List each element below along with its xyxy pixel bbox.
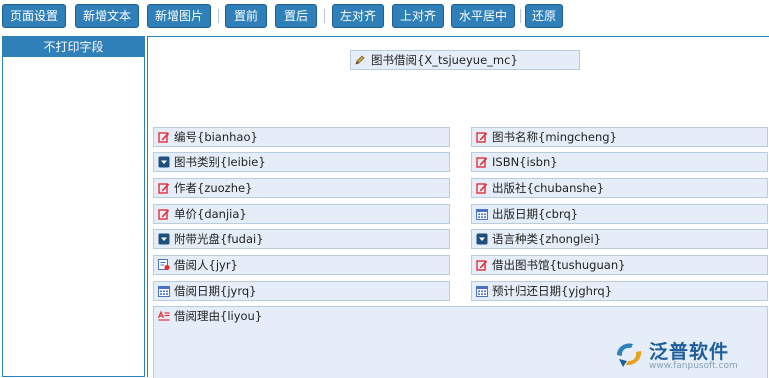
dropdown-icon [476, 233, 488, 245]
edit-icon [158, 132, 170, 143]
field-mingcheng[interactable]: 图书名称{mingcheng} [471, 127, 768, 147]
field-label: 出版社{chubanshe} [492, 181, 605, 195]
page-settings-button[interactable]: 页面设置 [2, 4, 66, 28]
align-top-button[interactable]: 上对齐 [392, 4, 444, 28]
field-label: 借阅日期{jyrq} [174, 284, 257, 298]
restore-button[interactable]: 还原 [525, 4, 563, 28]
field-label: 附带光盘{fudai} [174, 232, 264, 246]
field-bianhao[interactable]: 编号{bianhao} [153, 127, 450, 147]
field-zhonglei[interactable]: 语言种类{zhonglei} [471, 229, 768, 249]
field-label: ISBN{isbn} [492, 155, 558, 169]
logo-brand-text: 泛普软件 [649, 341, 730, 363]
field-danjia[interactable]: 单价{danjia} [153, 204, 450, 224]
fanpusoft-logo: 泛普软件 www.fanpusoft.com [609, 337, 759, 371]
field-label: 出版日期{cbrq} [492, 207, 579, 221]
field-tushuguan[interactable]: 借出图书馆{tushuguan} [471, 255, 768, 275]
toolbar-separator [520, 9, 521, 23]
toolbar-separator [218, 9, 219, 23]
calendar-icon [476, 209, 488, 220]
toolbar-separator [324, 9, 325, 23]
field-yjghrq[interactable]: 预计归还日期{yjghrq} [471, 281, 768, 301]
non-print-fields-panel: 不打印字段 [2, 36, 145, 377]
logo-url-text: www.fanpusoft.com [649, 361, 738, 371]
field-isbn[interactable]: ISBN{isbn} [471, 152, 768, 172]
edit-icon [158, 183, 170, 194]
calendar-icon [476, 286, 488, 297]
dropdown-icon [158, 156, 170, 168]
send-backward-button[interactable]: 置后 [275, 4, 317, 28]
field-fudai[interactable]: 附带光盘{fudai} [153, 229, 450, 249]
edit-icon [476, 183, 488, 194]
edit-icon [476, 260, 488, 271]
non-print-fields-header: 不打印字段 [3, 37, 144, 57]
logo-icon [617, 343, 642, 367]
field-label: 编号{bianhao} [174, 130, 258, 144]
add-text-button[interactable]: 新增文本 [75, 4, 139, 28]
calendar-icon [158, 286, 170, 297]
toolbar: 页面设置 新增文本 新增图片 置前 置后 左对齐 上对齐 水平居中 还原 [0, 0, 769, 32]
pen-icon [355, 55, 365, 65]
field-jyr[interactable]: 借阅人{jyr} [153, 255, 450, 275]
dropdown-icon [158, 233, 170, 245]
edit-icon [476, 132, 488, 143]
field-label: 图书类别{leibie} [174, 155, 266, 169]
edit-icon [158, 209, 170, 220]
align-left-button[interactable]: 左对齐 [332, 4, 384, 28]
title-field[interactable]: 图书借阅{X_tsjueyue_mc} [350, 50, 580, 70]
field-label: 借阅人{jyr} [174, 258, 238, 272]
field-label: 语言种类{zhonglei} [492, 232, 602, 246]
field-label: 作者{zuozhe} [174, 181, 253, 195]
bring-forward-button[interactable]: 置前 [225, 4, 267, 28]
field-chubanshe[interactable]: 出版社{chubanshe} [471, 178, 768, 198]
design-canvas: 图书借阅{X_tsjueyue_mc} 编号{bianhao} 图书名称{min… [147, 36, 769, 378]
field-zuozhe[interactable]: 作者{zuozhe} [153, 178, 450, 198]
field-label: 预计归还日期{yjghrq} [492, 284, 613, 298]
field-label: 图书名称{mingcheng} [492, 130, 617, 144]
field-label: 借出图书馆{tushuguan} [492, 258, 626, 272]
field-leibie[interactable]: 图书类别{leibie} [153, 152, 450, 172]
field-jyrq[interactable]: 借阅日期{jyrq} [153, 281, 450, 301]
textarea-icon [158, 310, 170, 321]
title-field-label: 图书借阅{X_tsjueyue_mc} [371, 53, 518, 67]
edit-icon [476, 157, 488, 168]
add-image-button[interactable]: 新增图片 [147, 4, 211, 28]
user-picker-icon [158, 259, 170, 271]
center-horizontal-button[interactable]: 水平居中 [451, 4, 515, 28]
field-cbrq[interactable]: 出版日期{cbrq} [471, 204, 768, 224]
field-label: 借阅理由{liyou} [174, 309, 263, 323]
field-label: 单价{danjia} [174, 207, 247, 221]
